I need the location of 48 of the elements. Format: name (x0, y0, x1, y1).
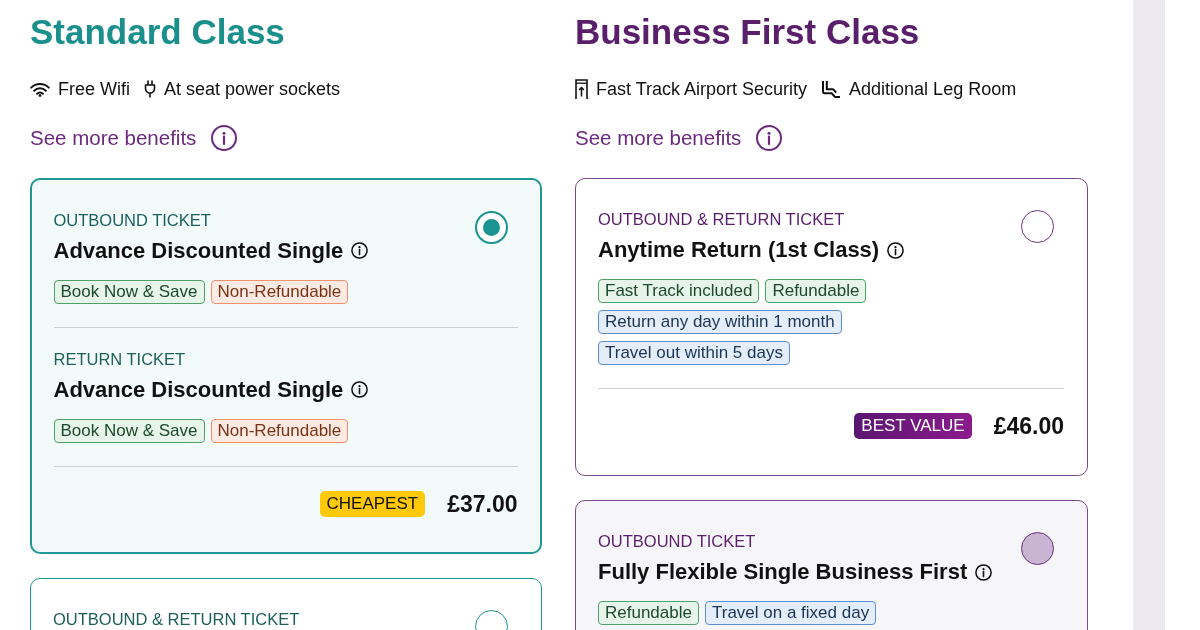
fare-highlight: CHEAPEST (319, 490, 426, 517)
benefit-text: Free Wifi (58, 78, 130, 100)
ticket-type: OUTBOUND TICKET (53, 210, 211, 229)
info-icon[interactable] (887, 241, 905, 259)
fare-card[interactable]: OUTBOUND TICKET Advance Discounted Single Book Now & Save Non-Refundable RETURN TICKET Advance Discounted Single Book Now & Save Non-Refundable CHEAPEST £37.00 (30, 178, 542, 554)
info-icon[interactable] (211, 125, 238, 151)
fare-condition: Return any day within 1 month (598, 310, 842, 334)
ticket-type: OUTBOUND TICKET (598, 532, 756, 550)
info-icon[interactable] (351, 381, 369, 398)
fare-condition: Refundable (765, 279, 867, 303)
fare-price: £46.00 (993, 412, 1064, 441)
fare-price: £37.00 (447, 489, 518, 519)
benefit-text: Additional Leg Room (849, 78, 1017, 100)
plug-icon (144, 80, 156, 98)
fare-name: Advance Discounted Single (53, 375, 344, 404)
fare-name: Advance Discounted Single (53, 236, 344, 265)
fare-condition: Book Now & Save (53, 279, 205, 304)
see-more-link[interactable]: See more benefits (30, 125, 197, 151)
fare-card[interactable]: OUTBOUND & RETURN TICKET (30, 578, 542, 630)
radio-button[interactable] (1021, 532, 1054, 565)
benefit-text: Fast Track Airport Security (596, 78, 808, 100)
info-icon[interactable] (351, 242, 369, 259)
fare-condition: Travel on a fixed day (704, 601, 877, 625)
fare-condition: Book Now & Save (53, 418, 205, 443)
fare-card[interactable]: OUTBOUND TICKET Fully Flexible Single Business First Refundable Travel on a fixed day (575, 500, 1088, 630)
fare-card[interactable]: OUTBOUND & RETURN TICKET Anytime Return (1st Class) Fast Track included Refundable Return any day within 1 month Travel out within 5 days BEST VALUE £46.00 (575, 178, 1088, 476)
ticket-type: RETURN TICKET (53, 349, 186, 368)
benefit-text: At seat power sockets (164, 78, 341, 100)
see-more-link[interactable]: See more benefits (575, 125, 742, 151)
radio-button[interactable] (1021, 210, 1054, 243)
info-icon[interactable] (756, 125, 783, 151)
fare-condition: Travel out within 5 days (598, 341, 790, 365)
fare-condition: Non-Refundable (210, 279, 349, 304)
fare-name: Anytime Return (1st Class) (598, 236, 880, 264)
wifi-icon (30, 81, 50, 97)
class-title: Business First Class (575, 11, 920, 53)
seat-icon (821, 80, 842, 98)
radio-button[interactable] (474, 210, 508, 244)
gate-arrow-icon (575, 79, 588, 99)
class-title: Standard Class (30, 11, 285, 53)
fare-name: Fully Flexible Single Business First (598, 558, 968, 586)
fare-condition: Fast Track included (598, 279, 760, 303)
fare-highlight: BEST VALUE (854, 413, 972, 439)
fare-condition: Refundable (598, 601, 699, 625)
ticket-type: OUTBOUND & RETURN TICKET (598, 210, 845, 228)
fare-condition: Non-Refundable (210, 418, 349, 443)
info-icon[interactable] (975, 563, 993, 581)
ticket-type: OUTBOUND & RETURN TICKET (53, 610, 300, 628)
